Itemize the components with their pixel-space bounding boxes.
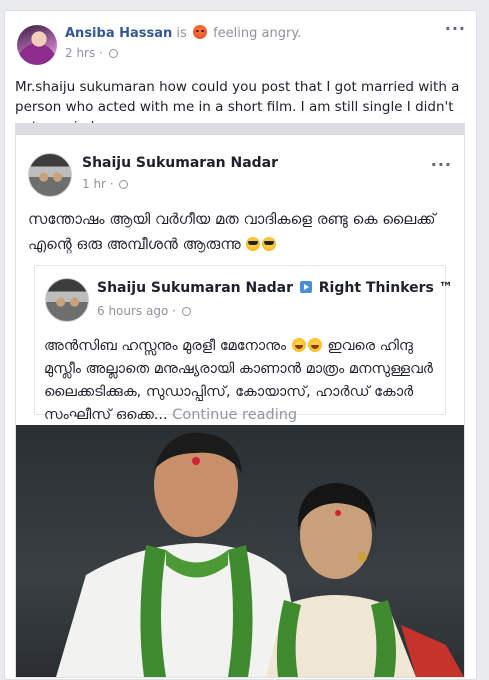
inner-page-name[interactable]: Right Thinkers ™ <box>319 280 453 296</box>
inner-post-header: Shaiju Sukumaran Nadar Right Thinkers ™ <box>97 280 453 296</box>
is-text: is <box>176 26 187 41</box>
globe-icon <box>181 307 191 316</box>
shared-post-time[interactable]: 1 hr · <box>82 177 114 191</box>
continue-reading-link[interactable]: Continue reading <box>172 407 297 423</box>
shared-more-options-icon[interactable]: ··· <box>431 155 452 174</box>
author-avatar[interactable] <box>17 25 57 65</box>
inner-post-time[interactable]: 6 hours ago · <box>97 304 176 318</box>
wedding-photo[interactable] <box>16 425 464 677</box>
shared-post-text: സന്തോഷം ആയി വർഗീയ മത വാദികളെ രണ്ടു കെ ലൈ… <box>28 207 448 257</box>
page-arrow-icon <box>299 281 312 293</box>
feeling-text: feeling angry. <box>213 26 302 41</box>
globe-icon <box>108 49 118 58</box>
sunglasses-emoji-icon <box>246 237 261 251</box>
post-timestamp[interactable]: 2 hrs · <box>65 46 118 60</box>
wedding-photo-illustration <box>56 432 464 677</box>
angry-emoji-icon <box>192 25 207 39</box>
post-card: Ansiba Hassan is feeling angry. 2 hrs · … <box>4 10 477 680</box>
laughing-emoji-icon <box>307 338 322 352</box>
author-name[interactable]: Ansiba Hassan <box>65 26 172 41</box>
post-header: Ansiba Hassan is feeling angry. <box>65 25 301 41</box>
shared-text: സന്തോഷം ആയി വർഗീയ മത വാദികളെ രണ്ടു കെ ലൈ… <box>28 210 436 253</box>
shared-author-avatar[interactable] <box>28 153 72 197</box>
shared-post-timestamp[interactable]: 1 hr · <box>82 177 129 191</box>
globe-icon <box>119 180 129 189</box>
inner-post-text: അൻസിബ ഹസ്സനും മുരളീ മേനോനും ഇവരെ ഹിന്ദു … <box>44 335 449 427</box>
inner-author-avatar[interactable] <box>45 278 89 322</box>
inner-text-1: അൻസിബ ഹസ്സനും മുരളീ മേനോനും <box>44 338 287 354</box>
post-time[interactable]: 2 hrs · <box>65 46 103 60</box>
sunglasses-emoji-icon <box>262 237 277 251</box>
inner-post-timestamp[interactable]: 6 hours ago · <box>97 304 191 318</box>
shared-post[interactable]: Shaiju Sukumaran Nadar 1 hr · ··· സന്തോഷ… <box>15 123 465 678</box>
laughing-emoji-icon <box>291 338 306 352</box>
inner-text-1b: ഇവരെ ഹിന്ദു <box>327 338 413 354</box>
inner-author-name[interactable]: Shaiju Sukumaran Nadar <box>97 280 293 296</box>
shared-author-name[interactable]: Shaiju Sukumaran Nadar <box>82 155 278 171</box>
more-options-icon[interactable]: ··· <box>445 19 466 38</box>
